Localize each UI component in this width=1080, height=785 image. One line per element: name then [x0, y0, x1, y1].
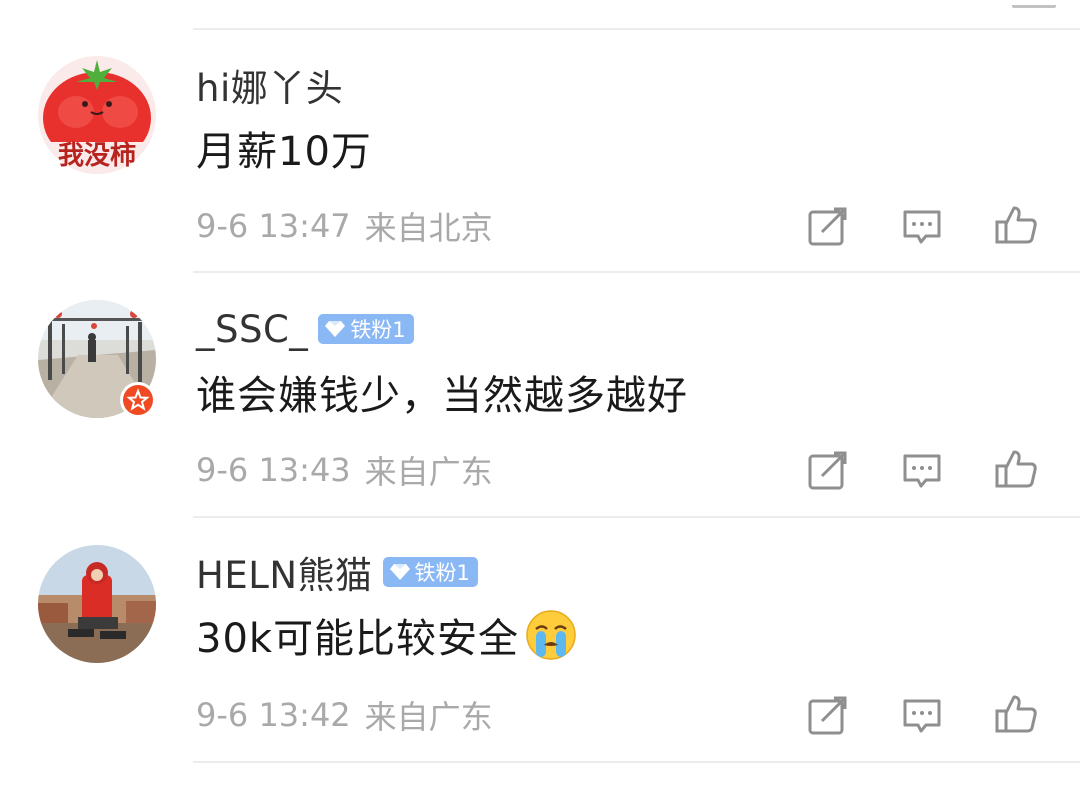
divider: [193, 761, 1080, 763]
comment-icon[interactable]: [900, 693, 944, 737]
location: 来自广东: [364, 698, 493, 736]
avatar[interactable]: 我没柿: [38, 56, 156, 174]
timestamp: 9-6 13:43: [196, 451, 351, 489]
avatar-text: 我没柿: [58, 140, 136, 171]
comment-text-content: 谁会嫌钱少，当然越多越好: [196, 373, 688, 419]
username[interactable]: hi娜丫头: [196, 58, 343, 112]
avatar[interactable]: [38, 300, 156, 418]
comment-text-content: 30k可能比较安全: [196, 616, 520, 662]
repost-icon[interactable]: [806, 448, 850, 492]
comment-meta: 9-6 13:47 来自北京: [196, 206, 493, 247]
fan-badge[interactable]: 铁粉1: [318, 314, 414, 344]
tomato-avatar-image: 我没柿: [38, 56, 156, 174]
location: 来自广东: [364, 453, 493, 491]
repost-icon[interactable]: [806, 693, 850, 737]
username[interactable]: HELN熊猫: [196, 545, 373, 599]
comment-text: 月薪10万: [196, 118, 372, 178]
like-icon[interactable]: [994, 691, 1038, 735]
timestamp: 9-6 13:47: [196, 207, 351, 245]
top-edge-mark: [1012, 0, 1056, 8]
badge-label: 铁粉1: [350, 318, 406, 342]
comment-item: _SSC_ 铁粉1 谁会嫌钱少，当然越多越好 9-6 13:43 来自广东: [0, 274, 1080, 519]
fan-badge[interactable]: 铁粉1: [382, 557, 478, 587]
diamond-icon: [389, 564, 410, 580]
avatar[interactable]: [38, 545, 156, 663]
username-row: _SSC_ 铁粉1: [196, 304, 414, 354]
comment-item: 我没柿 hi娜丫头 月薪10万 9-6 13:47 来自北京: [0, 30, 1080, 275]
username-row: HELN熊猫 铁粉1: [196, 547, 478, 597]
crying-emoji-icon: [526, 610, 576, 660]
username-row: hi娜丫头: [196, 60, 343, 110]
divider: [193, 516, 1080, 518]
location: 来自北京: [364, 209, 493, 247]
repost-icon[interactable]: [806, 204, 850, 248]
like-icon[interactable]: [994, 446, 1038, 490]
badge-label: 铁粉1: [414, 561, 470, 585]
comment-meta: 9-6 13:43 来自广东: [196, 450, 493, 491]
username[interactable]: _SSC_: [196, 308, 308, 351]
like-icon[interactable]: [994, 202, 1038, 246]
comment-icon[interactable]: [900, 204, 944, 248]
timestamp: 9-6 13:42: [196, 696, 351, 734]
comment-icon[interactable]: [900, 448, 944, 492]
comment-item: HELN熊猫 铁粉1 30k可能比较安全 9-6 13:42 来自广东: [0, 519, 1080, 764]
diamond-icon: [325, 321, 346, 337]
verified-badge-icon: [120, 382, 156, 418]
comment-text: 30k可能比较安全: [196, 605, 577, 665]
comment-text: 谁会嫌钱少，当然越多越好: [196, 362, 688, 422]
comment-text-content: 月薪10万: [196, 129, 372, 175]
divider: [193, 271, 1080, 273]
photo-avatar-image: [38, 545, 156, 663]
comment-meta: 9-6 13:42 来自广东: [196, 695, 493, 736]
